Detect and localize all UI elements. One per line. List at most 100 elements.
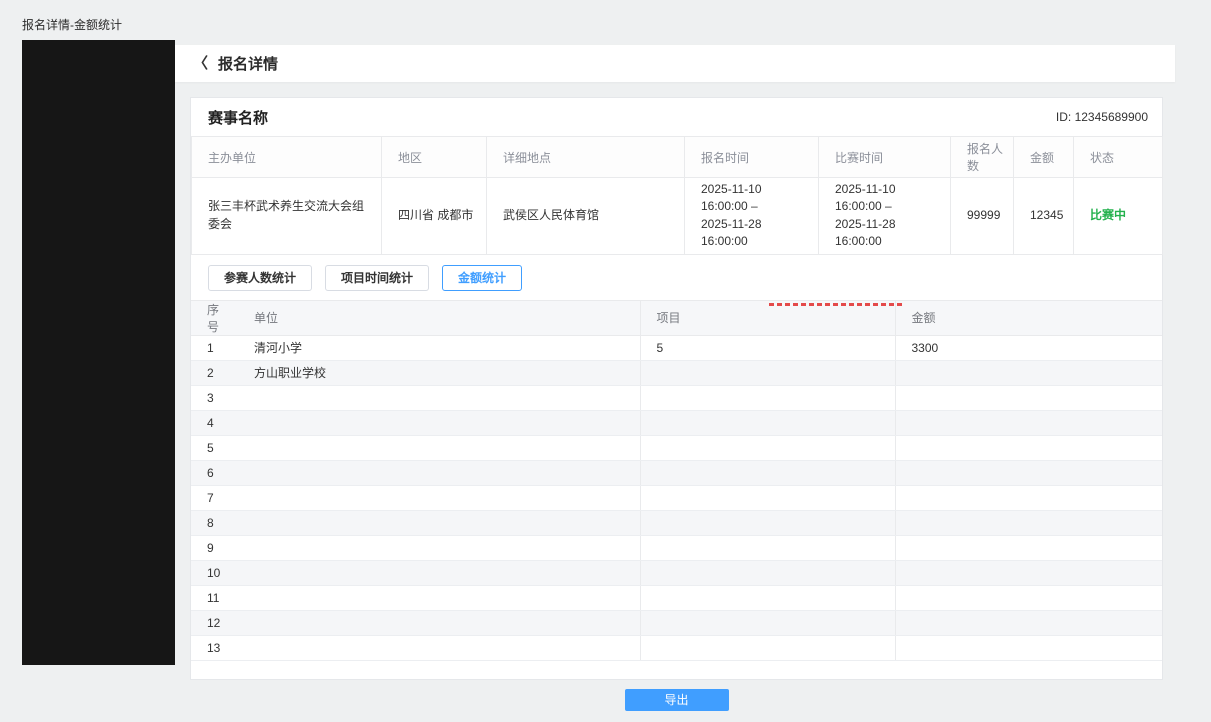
amount-cell	[895, 510, 1162, 535]
amount-cell	[895, 610, 1162, 635]
event-card-head: 赛事名称 ID: 12345689900	[191, 98, 1162, 136]
stats-table-row: 3	[191, 385, 1162, 410]
unit-cell	[238, 385, 640, 410]
signup-time-cell: 2025-11-10 16:00:00 – 2025-11-28 16:00:0…	[685, 178, 819, 255]
stats-table-row: 4	[191, 410, 1162, 435]
col-amount: 金额	[1014, 137, 1074, 178]
amount-cell	[895, 560, 1162, 585]
match-time-line1: 2025-11-10 16:00:00 –	[835, 181, 942, 216]
event-header-row: 主办单位 地区 详细地点 报名时间 比赛时间 报名人数 金额 状态	[192, 137, 1163, 178]
status-badge: 比赛中	[1090, 208, 1126, 222]
unit-cell	[238, 535, 640, 560]
stats-table-row: 7	[191, 485, 1162, 510]
stats-table-row: 8	[191, 510, 1162, 535]
unit-cell	[238, 410, 640, 435]
detail-header-bar: 〈 报名详情	[175, 45, 1175, 82]
amount-cell	[895, 635, 1162, 660]
signup-time-line2: 2025-11-28 16:00:00	[701, 216, 810, 251]
unit-cell	[238, 635, 640, 660]
index-cell: 6	[191, 460, 238, 485]
index-cell: 7	[191, 485, 238, 510]
status-cell: 比赛中	[1074, 178, 1163, 255]
col-venue: 详细地点	[487, 137, 685, 178]
amount-cell	[895, 585, 1162, 610]
project-cell	[640, 610, 895, 635]
unit-cell	[238, 610, 640, 635]
index-cell: 10	[191, 560, 238, 585]
match-time-line2: 2025-11-28 16:00:00	[835, 216, 942, 251]
project-cell	[640, 635, 895, 660]
col-status: 状态	[1074, 137, 1163, 178]
index-cell: 2	[191, 360, 238, 385]
col-index: 序号	[191, 300, 238, 335]
unit-cell	[238, 560, 640, 585]
unit-cell: 清河小学	[238, 335, 640, 360]
unit-cell: 方山职业学校	[238, 360, 640, 385]
index-cell: 12	[191, 610, 238, 635]
export-row: 导出	[191, 689, 1162, 711]
event-detail-card: 赛事名称 ID: 12345689900 主办单位 地区 详细地点 报名时间 比…	[190, 97, 1163, 680]
unit-cell	[238, 485, 640, 510]
amount-stats-table: 序号 单位 项目 金额 1 清河小学 5 3300 2 方山职业学校 3 4 5	[191, 300, 1162, 661]
index-cell: 9	[191, 535, 238, 560]
amount-cell: 3300	[895, 335, 1162, 360]
project-cell	[640, 510, 895, 535]
signup-count-cell: 99999	[951, 178, 1014, 255]
project-cell	[640, 385, 895, 410]
unit-cell	[238, 435, 640, 460]
stats-table-row: 2 方山职业学校	[191, 360, 1162, 385]
stats-table-row: 11	[191, 585, 1162, 610]
stats-table-row: 1 清河小学 5 3300	[191, 335, 1162, 360]
project-cell	[640, 460, 895, 485]
project-cell	[640, 535, 895, 560]
tab-participant-stats[interactable]: 参赛人数统计	[208, 265, 312, 291]
event-section-title: 赛事名称	[208, 107, 268, 128]
event-data-row: 张三丰杯武术养生交流大会组委会 四川省 成都市 武侯区人民体育馆 2025-11…	[192, 178, 1163, 255]
index-cell: 1	[191, 335, 238, 360]
amount-cell	[895, 385, 1162, 410]
back-icon[interactable]: 〈	[193, 56, 208, 71]
stats-table-row: 10	[191, 560, 1162, 585]
index-cell: 4	[191, 410, 238, 435]
amount-cell	[895, 435, 1162, 460]
project-cell: 5	[640, 335, 895, 360]
venue-cell: 武侯区人民体育馆	[487, 178, 685, 255]
detail-page-title: 报名详情	[218, 53, 278, 74]
index-cell: 13	[191, 635, 238, 660]
project-cell	[640, 360, 895, 385]
index-cell: 11	[191, 585, 238, 610]
stats-table-row: 12	[191, 610, 1162, 635]
index-cell: 5	[191, 435, 238, 460]
stats-table-row: 9	[191, 535, 1162, 560]
unit-cell	[238, 460, 640, 485]
col-match-time: 比赛时间	[819, 137, 951, 178]
project-cell	[640, 410, 895, 435]
stats-table-row: 5	[191, 435, 1162, 460]
organizer-cell: 张三丰杯武术养生交流大会组委会	[192, 178, 382, 255]
tab-project-time-stats[interactable]: 项目时间统计	[325, 265, 429, 291]
col-amount: 金额	[895, 300, 1162, 335]
unit-cell	[238, 510, 640, 535]
amount-cell: 12345	[1014, 178, 1074, 255]
stats-body: 1 清河小学 5 3300 2 方山职业学校 3 4 5 6 7	[191, 335, 1162, 660]
index-cell: 8	[191, 510, 238, 535]
collapsed-sidebar	[22, 40, 175, 665]
match-time-cell: 2025-11-10 16:00:00 – 2025-11-28 16:00:0…	[819, 178, 951, 255]
tab-amount-stats[interactable]: 金额统计	[442, 265, 522, 291]
region-cell: 四川省 成都市	[382, 178, 487, 255]
export-button[interactable]: 导出	[625, 689, 729, 711]
col-organizer: 主办单位	[192, 137, 382, 178]
project-cell	[640, 585, 895, 610]
project-cell	[640, 485, 895, 510]
col-signup-count: 报名人数	[951, 137, 1014, 178]
col-region: 地区	[382, 137, 487, 178]
project-cell	[640, 435, 895, 460]
event-info-table: 主办单位 地区 详细地点 报名时间 比赛时间 报名人数 金额 状态 张三丰杯武术…	[191, 136, 1163, 255]
amount-cell	[895, 485, 1162, 510]
amount-cell	[895, 360, 1162, 385]
col-unit: 单位	[238, 300, 640, 335]
index-cell: 3	[191, 385, 238, 410]
amount-cell	[895, 460, 1162, 485]
unit-cell	[238, 585, 640, 610]
stats-table-row: 6	[191, 460, 1162, 485]
